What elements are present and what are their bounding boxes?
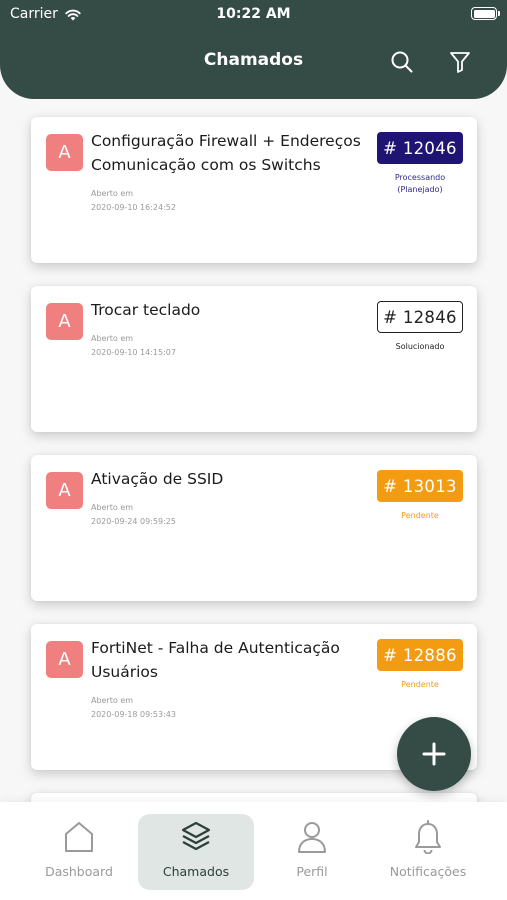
add-ticket-button[interactable]: [397, 717, 471, 791]
opened-date: 2020-09-18 09:53:43: [91, 710, 176, 719]
opened-date: 2020-09-10 16:24:52: [91, 203, 176, 212]
opened-label: Aberto em: [91, 334, 134, 343]
ticket-number-badge: # 12046: [377, 132, 463, 164]
ticket-number-badge: # 13013: [377, 470, 463, 502]
avatar: A: [46, 641, 83, 678]
tab-label: Notificações: [389, 864, 467, 879]
tab-label: Dashboard: [45, 864, 113, 879]
search-icon: [391, 51, 413, 73]
tab-dashboard[interactable]: Dashboard: [21, 814, 137, 890]
ticket-title: Configuração Firewall + Endereços Comuni…: [91, 132, 361, 174]
avatar: A: [46, 134, 83, 171]
avatar: A: [46, 303, 83, 340]
tab-chamados[interactable]: Chamados: [138, 814, 254, 890]
app-header: Carrier 10:22 AM Chamados: [0, 0, 507, 99]
tab-perfil[interactable]: Perfil: [254, 814, 370, 890]
ticket-number-badge: # 12846: [377, 301, 463, 333]
page-title: Chamados: [203, 50, 304, 70]
ticket-title: Trocar teclado: [91, 301, 201, 319]
opened-label: Aberto em: [91, 503, 134, 512]
bell-icon: [415, 820, 441, 854]
status-label: Solucionado: [395, 342, 445, 351]
plus-icon: [422, 742, 446, 766]
ticket-title: FortiNet - Falha de Autenticação Usuário…: [91, 639, 340, 681]
layers-icon: [181, 821, 211, 851]
avatar: A: [46, 472, 83, 509]
ticket-card-partial[interactable]: [31, 793, 477, 802]
status-time: 10:22 AM: [216, 6, 291, 22]
filter-button[interactable]: [446, 48, 474, 76]
filter-icon: [450, 52, 470, 73]
user-icon: [298, 822, 326, 853]
battery-icon: [471, 7, 500, 20]
ticket-card[interactable]: A Ativação de SSID Aberto em 2020-09-24 …: [31, 455, 477, 601]
ticket-list[interactable]: A Configuração Firewall + Endereços Comu…: [0, 99, 507, 802]
home-icon: [65, 822, 93, 852]
ticket-card[interactable]: A Configuração Firewall + Endereços Comu…: [31, 117, 477, 263]
ticket-card[interactable]: A Trocar teclado Aberto em 2020-09-10 14…: [31, 286, 477, 432]
opened-date: 2020-09-10 14:15:07: [91, 348, 176, 357]
opened-date: 2020-09-24 09:59:25: [91, 517, 176, 526]
search-button[interactable]: [388, 48, 416, 76]
tab-label: Perfil: [296, 864, 328, 879]
opened-label: Aberto em: [91, 189, 134, 198]
tab-bar: Dashboard Chamados Perfil Notificações: [0, 802, 507, 900]
ticket-number-badge: # 12886: [377, 639, 463, 671]
status-label: Pendente: [401, 680, 439, 689]
tab-notificacoes[interactable]: Notificações: [370, 814, 486, 890]
status-bar: Carrier 10:22 AM: [0, 0, 507, 28]
tab-label: Chamados: [162, 864, 230, 879]
status-label: Processando (Planejado): [394, 173, 446, 194]
opened-label: Aberto em: [91, 696, 134, 705]
ticket-title: Ativação de SSID: [91, 470, 224, 488]
status-label: Pendente: [401, 511, 439, 520]
